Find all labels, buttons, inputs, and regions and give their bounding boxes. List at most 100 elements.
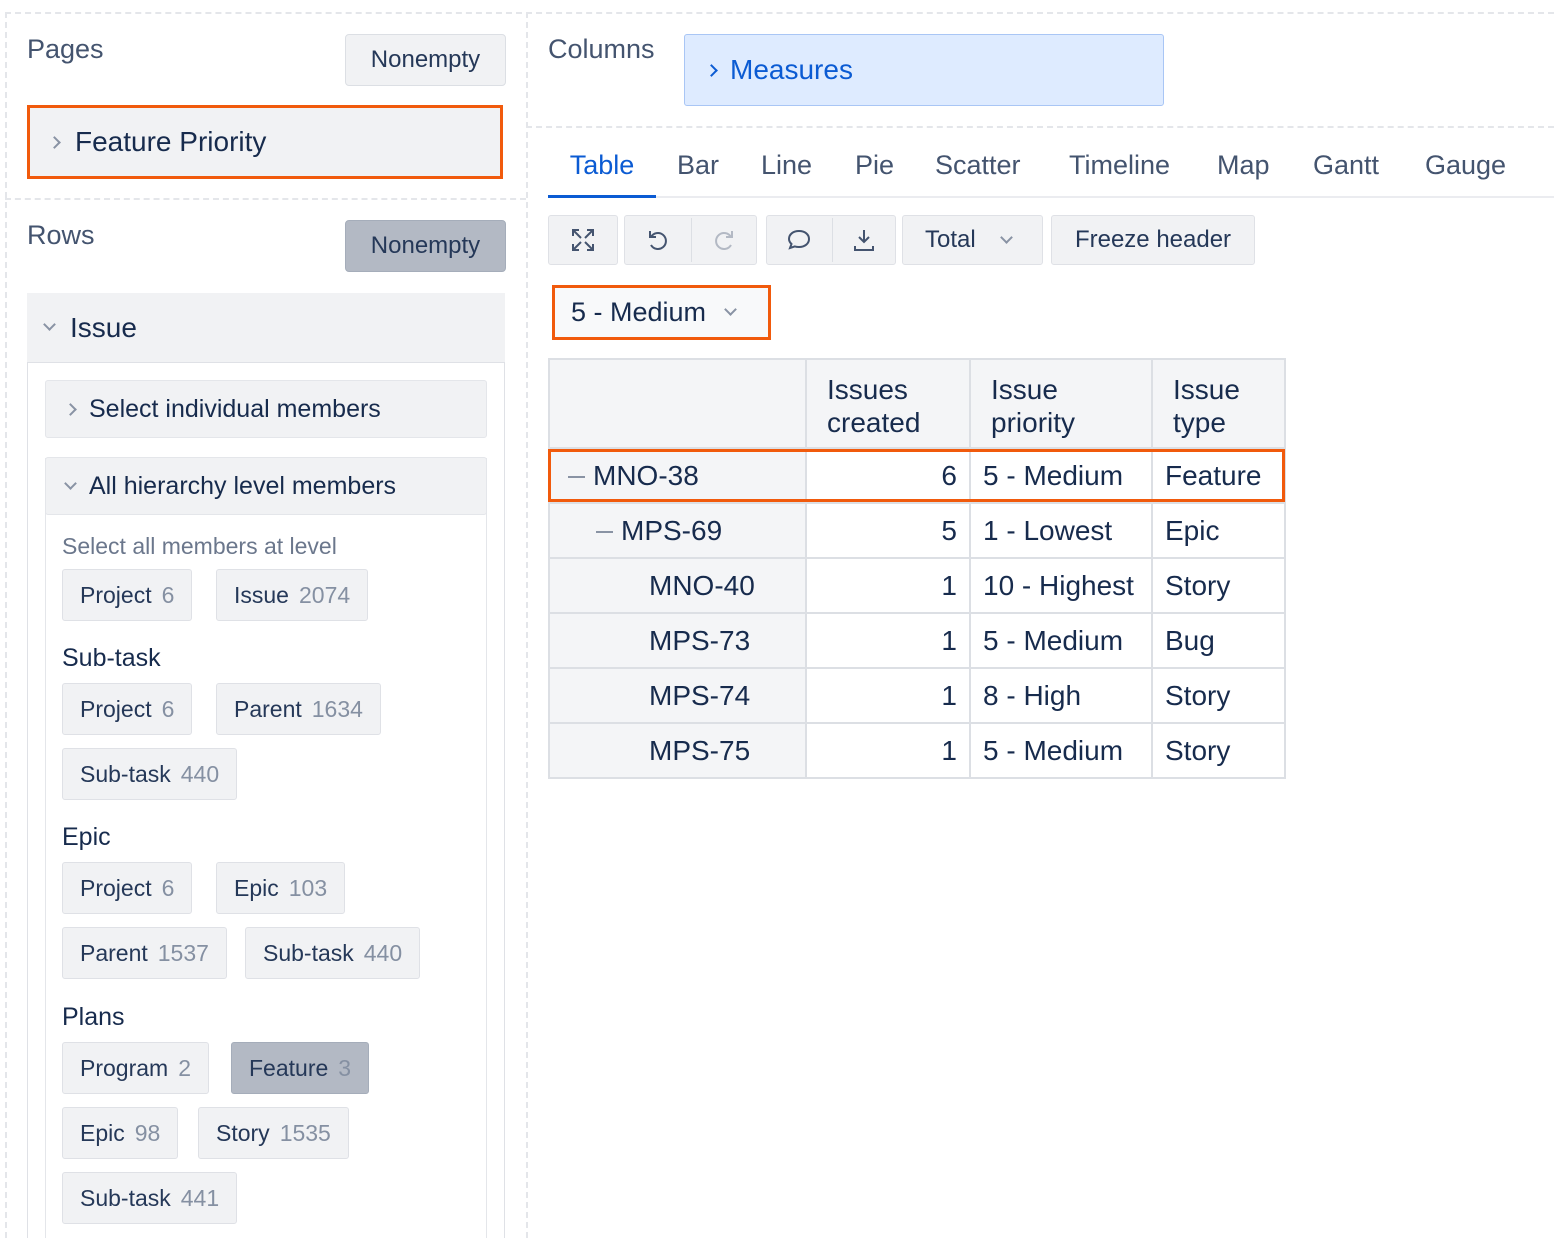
pages-nonempty-button[interactable]: Nonempty xyxy=(345,34,506,86)
total-label: Total xyxy=(925,226,976,253)
chip-count: 98 xyxy=(134,1119,161,1146)
chevron-down-icon xyxy=(724,303,737,316)
tab-table[interactable]: Table xyxy=(548,150,656,198)
measures-dimension[interactable]: Measures xyxy=(684,34,1164,106)
level-chip-project[interactable]: Project 6 xyxy=(62,569,193,621)
level-chip-project[interactable]: Project 6 xyxy=(62,862,193,914)
tab-gauge[interactable]: Gauge xyxy=(1425,150,1506,198)
cell-type: Bug xyxy=(1151,612,1286,669)
cell-issues-created: 1 xyxy=(805,612,971,669)
chip-count: 6 xyxy=(161,874,175,901)
cell-priority: 5 - Medium xyxy=(969,447,1153,504)
level-chip-story[interactable]: Story 1535 xyxy=(198,1107,349,1159)
chip-count: 103 xyxy=(288,874,328,901)
comment-button[interactable] xyxy=(766,215,832,265)
undo-button[interactable] xyxy=(624,215,691,265)
tab-line[interactable]: Line xyxy=(761,150,812,198)
level-chip-sub-task[interactable]: Sub-task 441 xyxy=(62,1172,238,1224)
chip-count: 1634 xyxy=(311,695,363,722)
chip-label: Parent xyxy=(234,695,302,722)
group-title-plans: Plans xyxy=(62,1003,125,1031)
tab-bar[interactable]: Bar xyxy=(677,150,719,198)
chip-count: 440 xyxy=(180,760,220,787)
chip-label: Project xyxy=(80,695,152,722)
table-row: MNO-38 6 5 - Medium Feature xyxy=(548,447,1286,504)
header-line: type xyxy=(1173,407,1226,438)
level-chip-feature[interactable]: Feature 3 xyxy=(231,1042,370,1094)
level-chip-issue[interactable]: Issue 2074 xyxy=(216,569,369,621)
redo-icon xyxy=(715,231,733,250)
download-button[interactable] xyxy=(832,215,896,265)
download-icon xyxy=(854,230,874,251)
tab-scatter[interactable]: Scatter xyxy=(935,150,1021,198)
view-tabs: Table Bar Line Pie Scatter Timeline Map … xyxy=(548,140,1554,198)
all-hierarchy-level-members[interactable]: All hierarchy level members xyxy=(45,457,487,515)
column-header-issue-type[interactable]: Issue type xyxy=(1151,358,1286,449)
chip-label: Feature xyxy=(249,1054,329,1081)
rows-nonempty-button[interactable]: Nonempty xyxy=(345,220,506,272)
level-chip-parent[interactable]: Parent 1537 xyxy=(62,927,227,979)
level-chip-sub-task[interactable]: Sub-task 440 xyxy=(245,927,421,979)
column-header-issues-created[interactable]: Issues created xyxy=(805,358,971,449)
level-chip-epic[interactable]: Epic 98 xyxy=(62,1107,179,1159)
level-chip-sub-task[interactable]: Sub-task 440 xyxy=(62,748,238,800)
rows-title: Rows xyxy=(27,220,95,250)
columns-divider xyxy=(526,126,1554,128)
tab-map[interactable]: Map xyxy=(1217,150,1270,198)
collapse-icon[interactable] xyxy=(568,476,585,479)
row-member-mps-73[interactable]: MPS-73 xyxy=(548,612,807,669)
total-dropdown[interactable]: Total xyxy=(902,215,1043,265)
chevron-down-icon xyxy=(64,476,77,490)
chip-count: 440 xyxy=(363,939,403,966)
group-title-sub-task: Sub-task xyxy=(62,644,161,672)
chevron-right-icon xyxy=(64,402,77,416)
header-line: Issue xyxy=(991,374,1058,405)
column-header-issue-priority[interactable]: Issue priority xyxy=(969,358,1153,449)
level-chip-epic[interactable]: Epic 103 xyxy=(216,862,346,914)
row-member-mno-38[interactable]: MNO-38 xyxy=(548,447,807,504)
comment-icon xyxy=(787,229,811,250)
chip-count: 2 xyxy=(178,1054,191,1081)
table-row: MPS-74 1 8 - High Story xyxy=(548,667,1286,724)
cell-issues-created: 1 xyxy=(805,557,971,614)
fullscreen-button[interactable] xyxy=(548,215,618,265)
table-row: MPS-69 5 1 - Lowest Epic xyxy=(548,502,1286,559)
tab-timeline[interactable]: Timeline xyxy=(1069,150,1170,198)
row-member-mps-74[interactable]: MPS-74 xyxy=(548,667,807,724)
chevron-down-icon xyxy=(43,318,56,331)
pages-dimension-feature-priority[interactable]: Feature Priority xyxy=(27,105,503,179)
tab-pie[interactable]: Pie xyxy=(855,150,894,198)
select-individual-members[interactable]: Select individual members xyxy=(45,380,487,438)
cell-priority: 1 - Lowest xyxy=(969,502,1153,559)
header-line: Issues xyxy=(827,374,908,405)
collapse-icon[interactable] xyxy=(596,531,613,534)
table-row: MPS-73 1 5 - Medium Bug xyxy=(548,612,1286,669)
cell-issues-created: 1 xyxy=(805,667,971,724)
columns-title: Columns xyxy=(548,34,655,64)
tab-gantt[interactable]: Gantt xyxy=(1313,150,1379,198)
level-chip-project[interactable]: Project 6 xyxy=(62,683,193,735)
level-chip-program[interactable]: Program 2 xyxy=(62,1042,209,1094)
issue-dimension-header[interactable]: Issue xyxy=(27,293,505,363)
select-individual-label: Select individual members xyxy=(89,394,381,423)
chip-count: 441 xyxy=(180,1184,220,1211)
freeze-header-button[interactable]: Freeze header xyxy=(1051,215,1255,265)
row-member-mps-69[interactable]: MPS-69 xyxy=(548,502,807,559)
chip-count: 1537 xyxy=(157,939,209,966)
row-member-mno-40[interactable]: MNO-40 xyxy=(548,557,807,614)
level-chip-parent[interactable]: Parent 1634 xyxy=(216,683,381,735)
select-all-hint: Select all members at level xyxy=(62,533,337,559)
chip-label: Sub-task xyxy=(80,760,171,787)
cell-priority: 10 - Highest xyxy=(969,557,1153,614)
header-line: Issue xyxy=(1173,374,1240,405)
chip-count: 3 xyxy=(338,1054,352,1081)
page-filter-dropdown[interactable]: 5 - Medium xyxy=(552,285,771,340)
cell-priority: 5 - Medium xyxy=(969,722,1153,779)
chip-label: Sub-task xyxy=(263,939,354,966)
cell-type: Epic xyxy=(1151,502,1286,559)
redo-button[interactable] xyxy=(691,215,757,265)
center-divider xyxy=(526,12,528,1238)
cell-priority: 5 - Medium xyxy=(969,612,1153,669)
row-member-mps-75[interactable]: MPS-75 xyxy=(548,722,807,779)
left-panel-border xyxy=(5,12,7,1238)
